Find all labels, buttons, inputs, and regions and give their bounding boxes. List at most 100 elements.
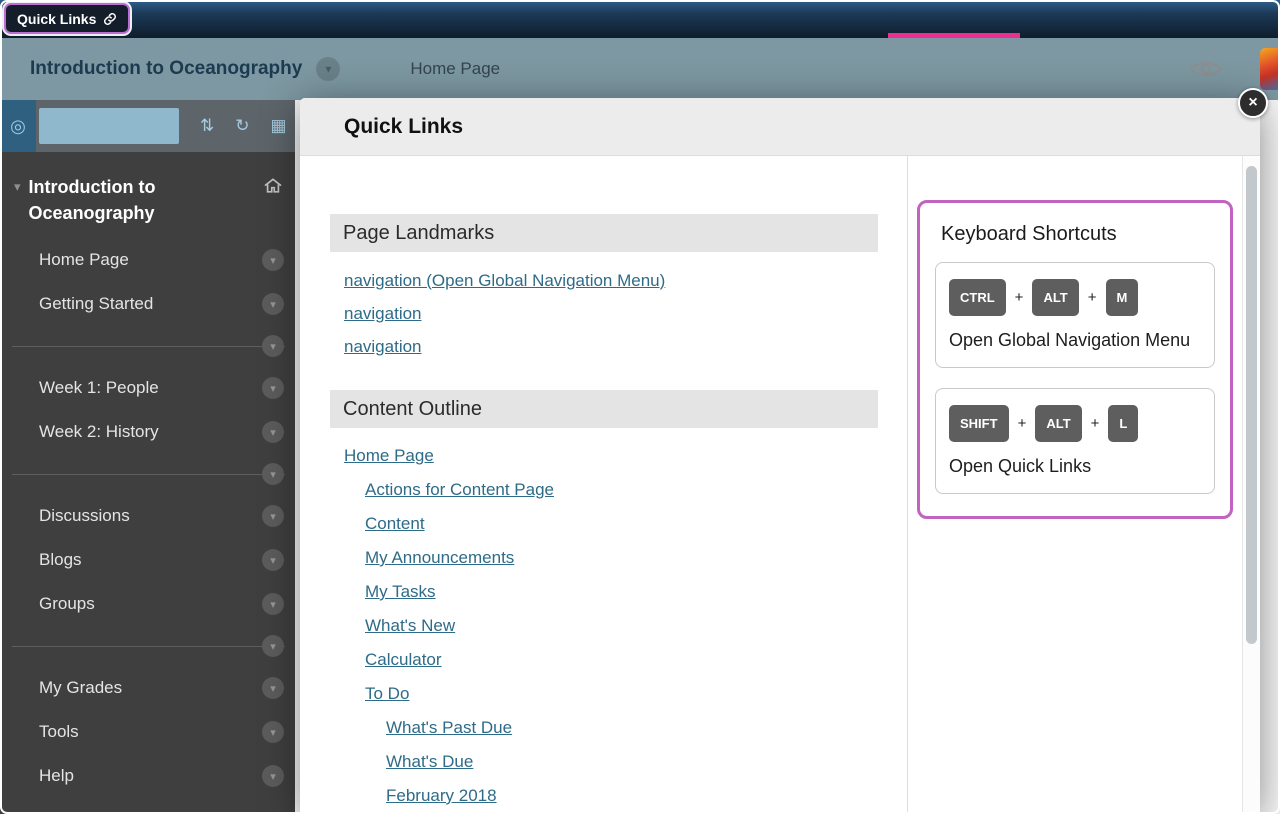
grid-view-icon[interactable]: ▦ — [271, 116, 287, 136]
chevron-down-circle-icon[interactable]: ▾ — [262, 463, 284, 485]
screen: Quick Links Introduction to Oceanography… — [0, 0, 1280, 814]
links-column: Page Landmarks navigation (Open Global N… — [300, 156, 907, 814]
sidebar-item-label: Week 1: People — [39, 378, 159, 398]
chevron-down-circle-icon[interactable]: ▾ — [262, 677, 284, 699]
student-preview-icon[interactable] — [1190, 58, 1222, 80]
outline-link-actions-for-content-page[interactable]: Actions for Content Page — [365, 480, 554, 500]
shortcut-description: Open Quick Links — [949, 454, 1201, 479]
sidebar-item-label: Groups — [39, 594, 95, 614]
refresh-icon[interactable]: ↻ — [235, 116, 249, 136]
outline-link-what-s-new[interactable]: What's New — [365, 616, 455, 636]
sidebar-item-groups[interactable]: Groups ▾ — [0, 582, 295, 626]
chevron-down-circle-icon[interactable]: ▾ — [262, 721, 284, 743]
sidebar-item-label: Help — [39, 766, 74, 786]
outline-link-my-tasks[interactable]: My Tasks — [365, 582, 436, 602]
course-menu-sidebar: ◎ ⇅ ↻ ▦ ▾ Introduction to Oceanography H… — [0, 100, 295, 814]
landmark-link[interactable]: navigation — [344, 337, 422, 357]
shortcut-card: CTRL+ALT+M Open Global Navigation Menu — [935, 262, 1215, 368]
shortcut-description: Open Global Navigation Menu — [949, 328, 1201, 353]
divider-line — [12, 346, 285, 347]
landmarks-link-list: navigation (Open Global Navigation Menu)… — [344, 264, 878, 363]
sidebar-divider: ▾ — [0, 454, 295, 494]
page-title: Home Page — [410, 59, 500, 79]
outline-link-to-do[interactable]: To Do — [365, 684, 409, 704]
landmark-link-row: navigation — [344, 330, 878, 363]
keycap-l: L — [1108, 405, 1138, 442]
sidebar-item-getting-started[interactable]: Getting Started▾ — [0, 282, 295, 326]
modal-scrollbar-thumb[interactable] — [1246, 166, 1257, 644]
chevron-down-circle-icon[interactable]: ▾ — [262, 377, 284, 399]
keycap-alt: ALT — [1035, 405, 1081, 442]
sort-arrows-icon[interactable]: ⇅ — [200, 116, 214, 136]
sidebar-item-discussions[interactable]: Discussions ▾ — [0, 494, 295, 538]
chevron-down-circle-icon[interactable]: ▾ — [262, 765, 284, 787]
shortcuts-column: Keyboard Shortcuts CTRL+ALT+MOpen Global… — [907, 156, 1260, 814]
modal-title: Quick Links — [344, 115, 463, 139]
sidebar-item-home-page[interactable]: Home Page ▾ — [0, 238, 295, 282]
sidebar-item-label: Week 2: History — [39, 422, 159, 442]
shortcut-keys: CTRL+ALT+M — [949, 279, 1201, 316]
course-menu-toolbar: ◎ ⇅ ↻ ▦ — [0, 100, 295, 152]
active-tab-indicator — [888, 33, 1020, 38]
landmark-link[interactable]: navigation — [344, 304, 422, 324]
outline-link-row: What's New — [344, 609, 878, 643]
chevron-down-circle-icon[interactable]: ▾ — [262, 505, 284, 527]
divider-line — [12, 646, 285, 647]
modal-scrollbar-track[interactable] — [1242, 156, 1260, 814]
sidebar-item-blogs[interactable]: Blogs ▾ — [0, 538, 295, 582]
course-title: Introduction to Oceanography — [30, 58, 302, 80]
sidebar-item-help[interactable]: Help ▾ — [0, 754, 295, 798]
landmark-link-row: navigation — [344, 297, 878, 330]
chevron-down-circle-icon[interactable]: ▾ — [262, 249, 284, 271]
triangle-down-icon[interactable]: ▾ — [14, 179, 21, 226]
sidebar-menu: Home Page▾Getting Started▾▾Week 1: Peopl… — [0, 238, 295, 798]
sidebar-item-label: Tools — [39, 722, 79, 742]
outline-link-february-2018[interactable]: February 2018 — [386, 786, 497, 806]
plus-separator: + — [1091, 415, 1100, 432]
landmark-link[interactable]: navigation (Open Global Navigation Menu) — [344, 271, 665, 291]
sidebar-divider: ▾ — [0, 626, 295, 666]
outline-link-my-announcements[interactable]: My Announcements — [365, 548, 514, 568]
quick-links-label: Quick Links — [17, 11, 96, 27]
chevron-down-circle-icon[interactable]: ▾ — [262, 335, 284, 357]
outline-link-row: February 2018 — [344, 779, 878, 813]
close-icon[interactable]: × — [1238, 88, 1268, 118]
outline-link-content[interactable]: Content — [365, 514, 425, 534]
outline-link-home-page[interactable]: Home Page — [344, 446, 434, 466]
menu-search-box[interactable] — [39, 108, 179, 144]
chevron-down-circle-icon[interactable]: ▾ — [262, 593, 284, 615]
home-icon[interactable] — [263, 176, 283, 226]
modal-header: Quick Links — [300, 98, 1260, 156]
outline-link-row: What's Past Due — [344, 711, 878, 745]
global-top-bar: Quick Links — [0, 0, 1280, 38]
outline-link-row: My Tasks — [344, 575, 878, 609]
course-menu-header: ▾ Introduction to Oceanography — [0, 152, 295, 230]
outline-link-what-s-due[interactable]: What's Due — [386, 752, 473, 772]
landmark-link-row: navigation (Open Global Navigation Menu) — [344, 264, 878, 297]
outline-link-list: Home Page Actions for Content Page Content… — [344, 439, 878, 813]
sidebar-item-my-grades[interactable]: My Grades ▾ — [0, 666, 295, 710]
chevron-down-circle-icon[interactable]: ▾ — [262, 635, 284, 657]
sidebar-item-label: My Grades — [39, 678, 122, 698]
outline-link-what-s-past-due[interactable]: What's Past Due — [386, 718, 512, 738]
outline-link-row: To Do — [344, 677, 878, 711]
sidebar-item-week-1-people[interactable]: Week 1: People ▾ — [0, 366, 295, 410]
target-icon[interactable]: ◎ — [0, 100, 36, 152]
sidebar-item-label: Blogs — [39, 550, 82, 570]
chevron-down-circle-icon[interactable]: ▾ — [262, 421, 284, 443]
quick-links-button[interactable]: Quick Links — [4, 3, 130, 34]
sidebar-item-label: Home Page — [39, 250, 129, 270]
shortcut-card: SHIFT+ALT+LOpen Quick Links — [935, 388, 1215, 494]
plus-separator: + — [1015, 289, 1024, 306]
divider-line — [12, 474, 285, 475]
sidebar-item-week-2-history[interactable]: Week 2: History ▾ — [0, 410, 295, 454]
chevron-down-circle-icon[interactable]: ▾ — [262, 293, 284, 315]
chevron-down-circle-icon[interactable]: ▾ — [262, 549, 284, 571]
sidebar-item-tools[interactable]: Tools ▾ — [0, 710, 295, 754]
keycap-shift: SHIFT — [949, 405, 1009, 442]
sidebar-item-label: Discussions — [39, 506, 130, 526]
chevron-down-icon[interactable]: ▾ — [316, 57, 340, 81]
outline-link-calculator[interactable]: Calculator — [365, 650, 442, 670]
keyboard-shortcuts-box: Keyboard Shortcuts CTRL+ALT+MOpen Global… — [917, 200, 1233, 519]
sidebar-course-title: Introduction to Oceanography — [29, 174, 204, 226]
